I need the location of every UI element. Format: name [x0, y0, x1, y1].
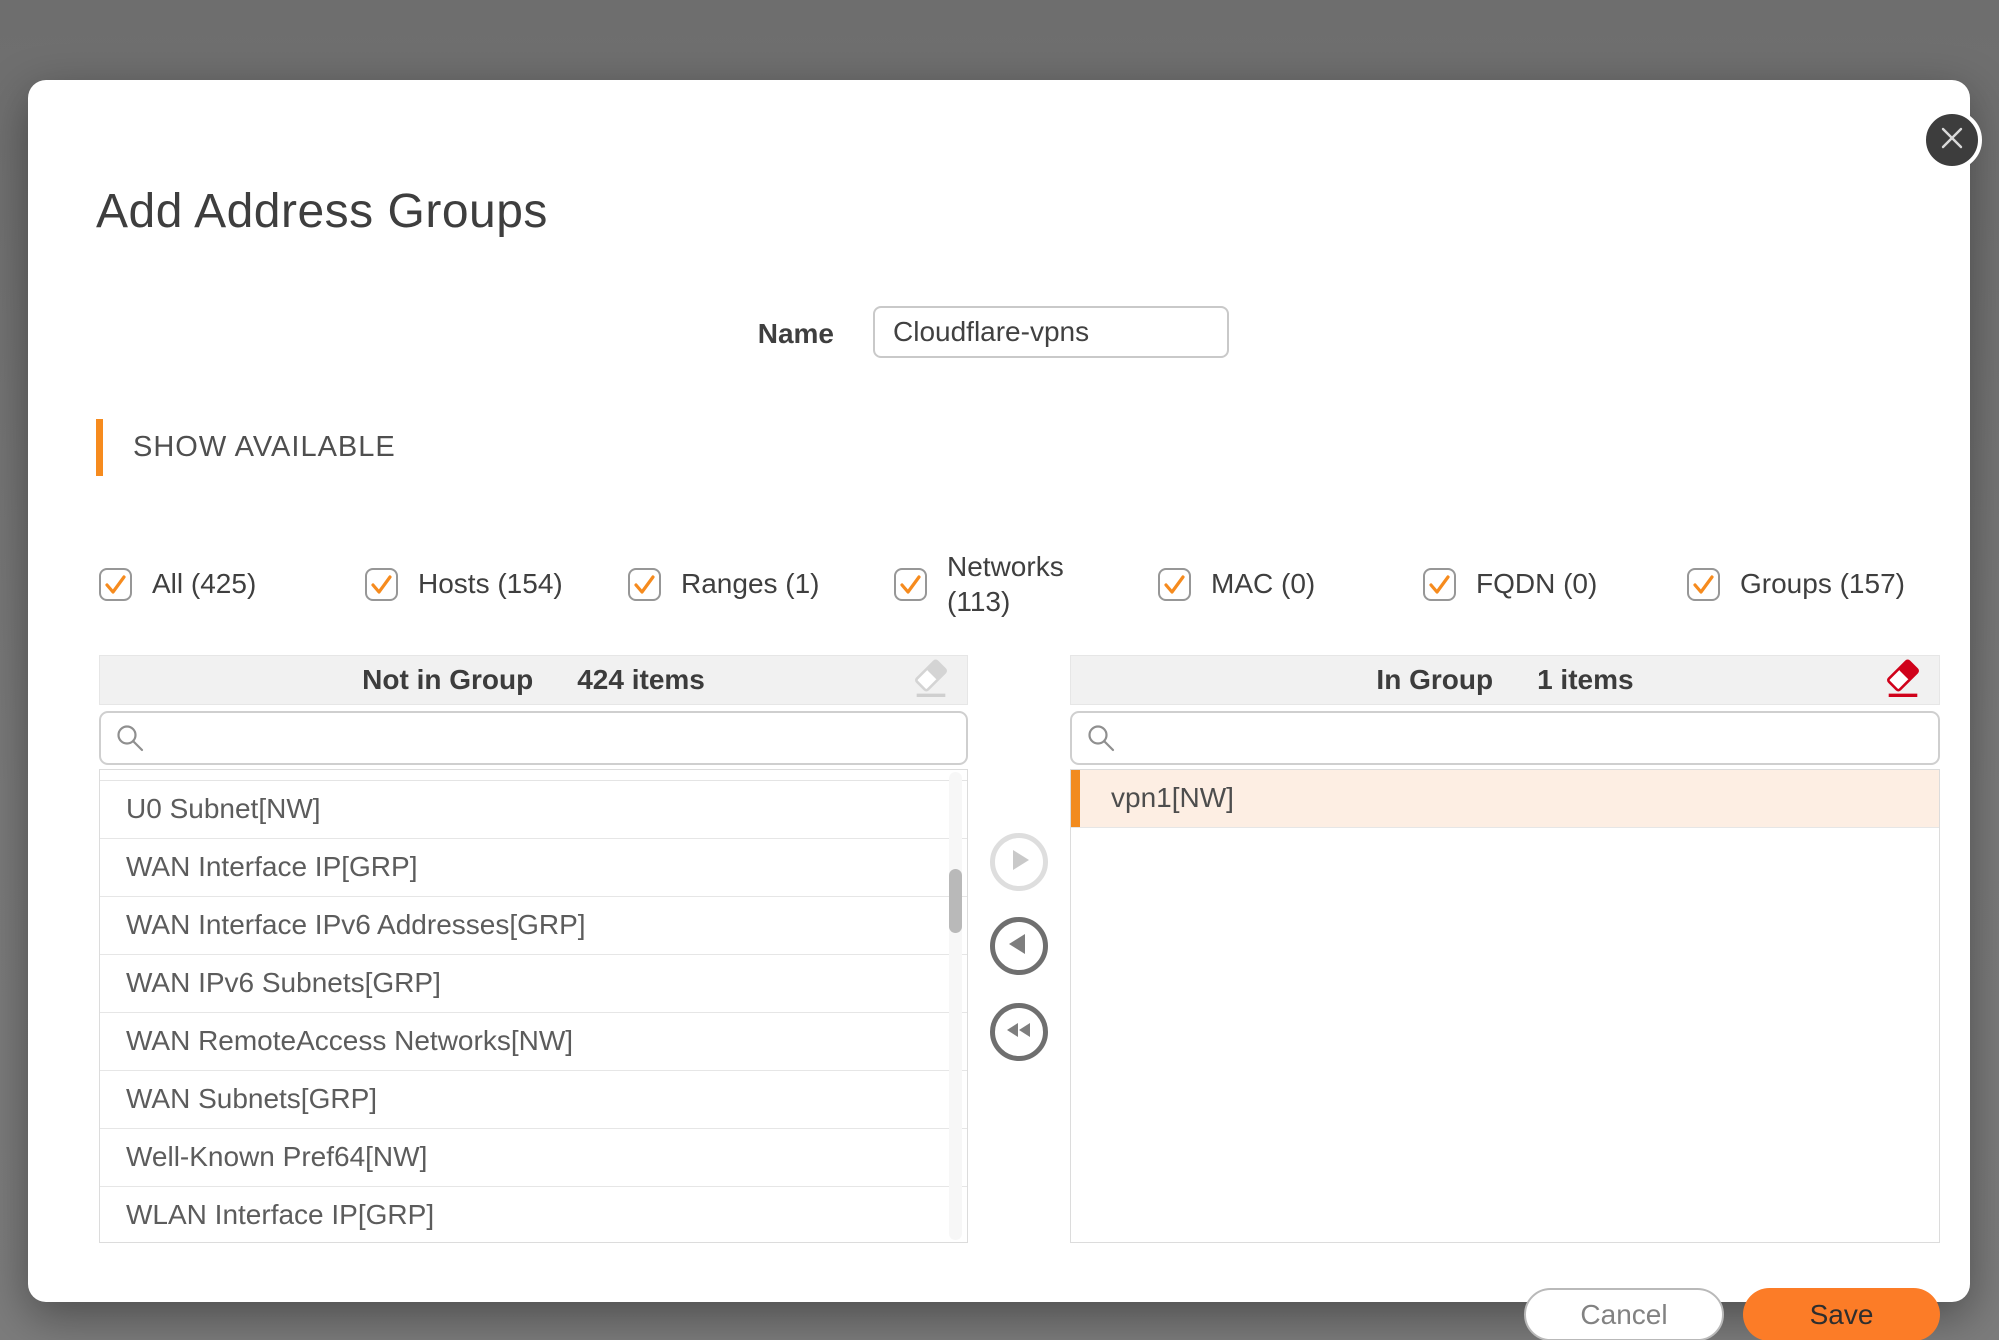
not-in-group-header: Not in Group 424 items: [99, 655, 968, 705]
search-input[interactable]: [99, 711, 968, 765]
scrollbar-thumb[interactable]: [949, 869, 962, 933]
filter-checkbox-item[interactable]: Ranges (1): [628, 539, 820, 629]
not-in-group-panel: Not in Group 424 items: [99, 655, 968, 705]
filter-checkbox-item[interactable]: FQDN (0): [1423, 539, 1597, 629]
item-count-badge: 424 items: [577, 664, 705, 696]
eraser-icon-red[interactable]: [1881, 659, 1925, 703]
move-all-left-button[interactable]: [990, 1003, 1048, 1061]
name-field[interactable]: [873, 306, 1229, 358]
list-item[interactable]: vpn1[NW]: [1071, 770, 1939, 828]
page-title: Add Address Groups: [96, 184, 548, 239]
filter-label: MAC (0): [1211, 568, 1315, 600]
arrow-right-icon: [1005, 846, 1033, 879]
filter-checkbox-item[interactable]: Hosts (154): [365, 539, 563, 629]
checkbox-checked-icon[interactable]: [1158, 568, 1191, 601]
filter-label: FQDN (0): [1476, 568, 1597, 600]
in-group-panel: In Group 1 items: [1070, 655, 1940, 705]
filter-label: Groups (157): [1740, 568, 1905, 600]
checkbox-checked-icon[interactable]: [894, 568, 927, 601]
type-filter-row: All (425) Hosts (154): [28, 539, 1999, 629]
save-button[interactable]: Save: [1743, 1288, 1940, 1340]
move-right-button[interactable]: [990, 833, 1048, 891]
list-item[interactable]: WAN Subnets[GRP]: [100, 1071, 967, 1129]
not-in-group-list: U0 Subnet[NW] WAN Interface IP[GRP] WAN …: [99, 769, 968, 1243]
list-item[interactable]: WAN RemoteAccess Networks[NW]: [100, 1013, 967, 1071]
checkbox-checked-icon[interactable]: [1687, 568, 1720, 601]
checkbox-checked-icon[interactable]: [99, 568, 132, 601]
partial-scrolled-row: [100, 770, 967, 781]
list-item[interactable]: U0 Subnet[NW]: [100, 781, 967, 839]
filter-checkbox-item[interactable]: All (425): [99, 539, 256, 629]
not-in-group-search: [99, 711, 968, 765]
filter-label: Networks (113): [947, 549, 1075, 619]
list-item[interactable]: WAN IPv6 Subnets[GRP]: [100, 955, 967, 1013]
close-button[interactable]: [1922, 110, 1982, 170]
eraser-icon[interactable]: [909, 659, 953, 703]
cancel-button[interactable]: Cancel: [1524, 1288, 1724, 1340]
filter-checkbox-item[interactable]: MAC (0): [1158, 539, 1315, 629]
double-arrow-left-icon: [1004, 1016, 1034, 1049]
list-item[interactable]: Well-Known Pref64[NW]: [100, 1129, 967, 1187]
list-item[interactable]: WAN Interface IP[GRP]: [100, 839, 967, 897]
add-address-groups-dialog: Add Address Groups Name SHOW AVAILABLE A…: [28, 80, 1970, 1302]
screen-backdrop: Add Address Groups Name SHOW AVAILABLE A…: [0, 0, 1999, 1340]
in-group-list: vpn1[NW]: [1070, 769, 1940, 1243]
checkbox-checked-icon[interactable]: [365, 568, 398, 601]
list-item[interactable]: WAN Interface IPv6 Addresses[GRP]: [100, 897, 967, 955]
filter-checkbox-item[interactable]: Networks (113): [894, 539, 1075, 629]
list-item[interactable]: WLAN Interface IP[GRP]: [100, 1187, 967, 1243]
vertical-scrollbar[interactable]: [949, 772, 962, 1240]
move-left-button[interactable]: [990, 917, 1048, 975]
name-label: Name: [678, 318, 834, 350]
filter-label: Hosts (154): [418, 568, 563, 600]
show-available-heading: SHOW AVAILABLE: [96, 419, 396, 476]
checkbox-checked-icon[interactable]: [628, 568, 661, 601]
arrow-left-icon: [1005, 930, 1033, 963]
in-group-search: [1070, 711, 1940, 765]
filter-label: Ranges (1): [681, 568, 820, 600]
in-group-header: In Group 1 items: [1070, 655, 1940, 705]
accent-bar: [96, 419, 103, 476]
search-input[interactable]: [1070, 711, 1940, 765]
item-count-badge: 1 items: [1537, 664, 1634, 696]
close-icon: [1937, 123, 1967, 158]
checkbox-checked-icon[interactable]: [1423, 568, 1456, 601]
filter-label: All (425): [152, 568, 256, 600]
filter-checkbox-item[interactable]: Groups (157): [1687, 539, 1905, 629]
